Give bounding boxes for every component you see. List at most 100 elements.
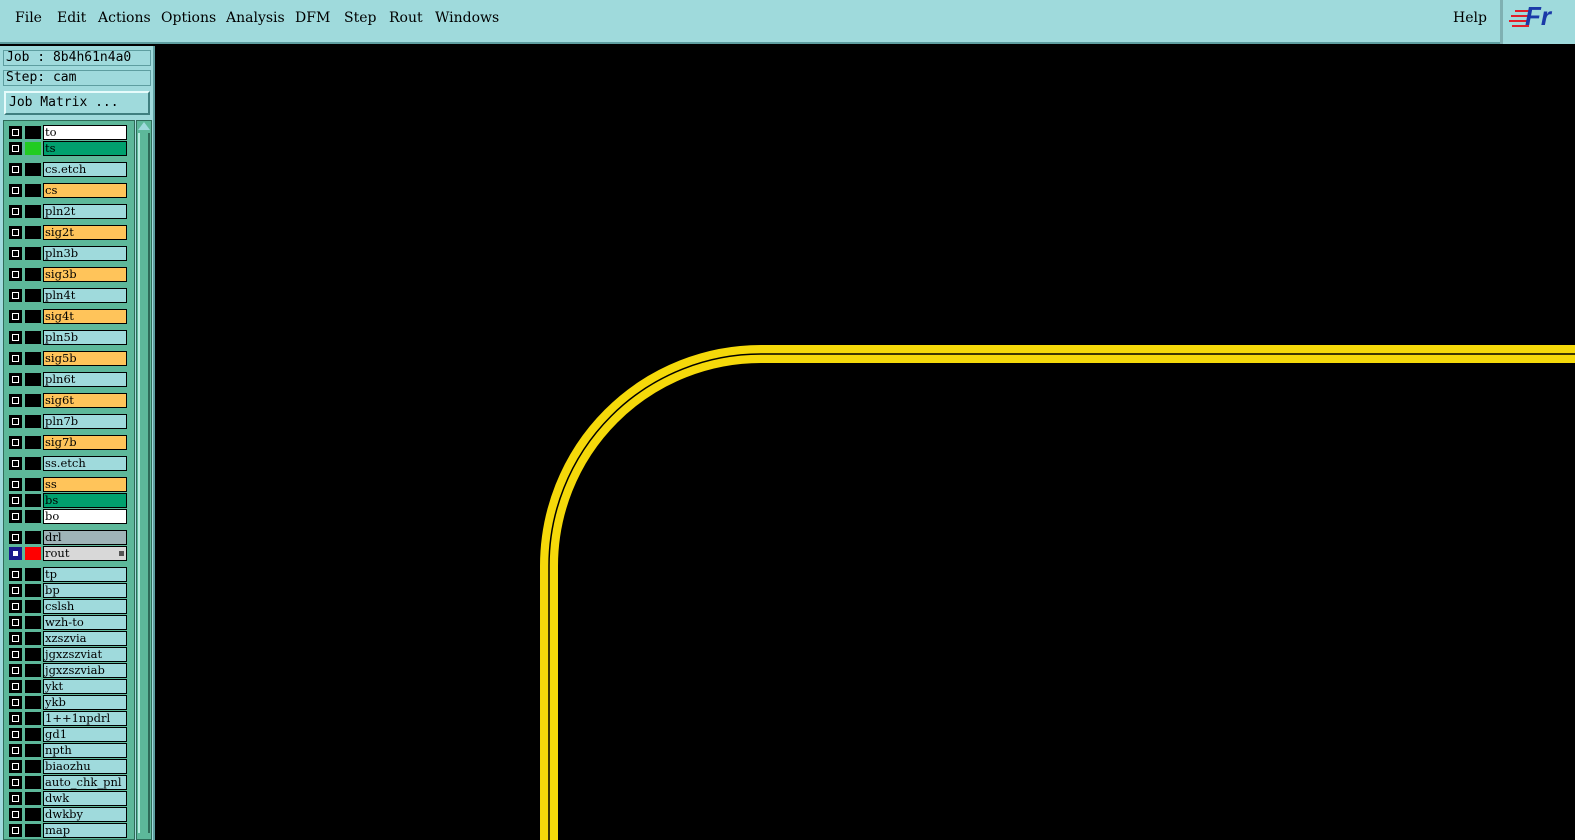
layer-name[interactable]: bs	[43, 493, 127, 508]
layer-name[interactable]: sig4t	[43, 309, 127, 324]
layer-name[interactable]: ts	[43, 141, 127, 156]
layer-checkbox-icon[interactable]	[9, 226, 22, 239]
layer-color-swatch[interactable]	[25, 247, 41, 260]
layer-row[interactable]: cs	[8, 183, 128, 198]
layer-name[interactable]: pln2t	[43, 204, 127, 219]
layer-checkbox-icon[interactable]	[9, 394, 22, 407]
layer-name[interactable]: sig6t	[43, 393, 127, 408]
layer-name[interactable]: sig2t	[43, 225, 127, 240]
layer-checkbox-icon[interactable]	[9, 808, 22, 821]
layer-name[interactable]: auto_chk_pnl	[43, 775, 127, 790]
layer-color-swatch[interactable]	[25, 696, 41, 709]
layer-checkbox-icon[interactable]	[9, 584, 22, 597]
layer-name[interactable]: sig5b	[43, 351, 127, 366]
layer-checkbox-icon[interactable]	[9, 457, 22, 470]
layer-checkbox-icon[interactable]	[9, 664, 22, 677]
layer-color-swatch[interactable]	[25, 712, 41, 725]
layer-checkbox-icon[interactable]	[9, 744, 22, 757]
layer-checkbox-icon[interactable]	[9, 268, 22, 281]
menu-options[interactable]: Options	[161, 10, 216, 26]
layer-color-swatch[interactable]	[25, 531, 41, 544]
layer-row[interactable]: npth	[8, 743, 128, 758]
menu-file[interactable]: File	[15, 10, 42, 26]
layer-checkbox-icon[interactable]	[9, 289, 22, 302]
layer-row[interactable]: to	[8, 125, 128, 140]
layer-checkbox-icon[interactable]	[9, 163, 22, 176]
menu-step[interactable]: Step	[344, 10, 376, 26]
layer-checkbox-icon[interactable]	[9, 352, 22, 365]
layer-row[interactable]: dwkby	[8, 807, 128, 822]
layer-name[interactable]: map	[43, 823, 127, 838]
layer-name[interactable]: rout	[43, 546, 127, 561]
layer-row[interactable]: rout	[8, 546, 128, 561]
layer-name[interactable]: bo	[43, 509, 127, 524]
layer-row[interactable]: cslsh	[8, 599, 128, 614]
layer-row[interactable]: sig5b	[8, 351, 128, 366]
layer-row[interactable]: pln7b	[8, 414, 128, 429]
layer-color-swatch[interactable]	[25, 415, 41, 428]
layer-name[interactable]: jgxzszviab	[43, 663, 127, 678]
layer-color-swatch[interactable]	[25, 680, 41, 693]
layer-checkbox-icon[interactable]	[9, 126, 22, 139]
layer-row[interactable]: ykb	[8, 695, 128, 710]
layer-checkbox-icon[interactable]	[9, 415, 22, 428]
menu-dfm[interactable]: DFM	[295, 10, 330, 26]
layer-name[interactable]: pln7b	[43, 414, 127, 429]
layer-name[interactable]: jgxzszviat	[43, 647, 127, 662]
layer-color-swatch[interactable]	[25, 436, 41, 449]
layer-checkbox-icon[interactable]	[9, 510, 22, 523]
layer-color-swatch[interactable]	[25, 792, 41, 805]
layer-color-swatch[interactable]	[25, 584, 41, 597]
layer-row[interactable]: pln2t	[8, 204, 128, 219]
menu-analysis[interactable]: Analysis	[226, 10, 285, 26]
layer-checkbox-icon[interactable]	[9, 547, 22, 560]
layer-checkbox-icon[interactable]	[9, 696, 22, 709]
layer-color-swatch[interactable]	[25, 331, 41, 344]
layer-checkbox-icon[interactable]	[9, 478, 22, 491]
menu-actions[interactable]: Actions	[98, 10, 151, 26]
layer-name[interactable]: to	[43, 125, 127, 140]
layer-checkbox-icon[interactable]	[9, 616, 22, 629]
layer-row[interactable]: ss.etch	[8, 456, 128, 471]
layer-name[interactable]: sig7b	[43, 435, 127, 450]
layer-row[interactable]: dwk	[8, 791, 128, 806]
layer-row[interactable]: xzszvia	[8, 631, 128, 646]
layer-color-swatch[interactable]	[25, 568, 41, 581]
layer-color-swatch[interactable]	[25, 205, 41, 218]
layer-name[interactable]: sig3b	[43, 267, 127, 282]
layer-name[interactable]: pln6t	[43, 372, 127, 387]
layer-row[interactable]: pln6t	[8, 372, 128, 387]
layer-row[interactable]: map	[8, 823, 128, 838]
layer-color-swatch[interactable]	[25, 616, 41, 629]
layer-color-swatch[interactable]	[25, 824, 41, 837]
layer-color-swatch[interactable]	[25, 352, 41, 365]
layer-row[interactable]: pln3b	[8, 246, 128, 261]
layer-color-swatch[interactable]	[25, 744, 41, 757]
layer-color-swatch[interactable]	[25, 600, 41, 613]
layer-row[interactable]: ykt	[8, 679, 128, 694]
layer-row[interactable]: 1++1npdrl	[8, 711, 128, 726]
menu-help[interactable]: Help	[1453, 10, 1487, 26]
layer-row[interactable]: pln5b	[8, 330, 128, 345]
layer-name[interactable]: wzh-to	[43, 615, 127, 630]
menu-edit[interactable]: Edit	[57, 10, 86, 26]
layer-checkbox-icon[interactable]	[9, 824, 22, 837]
layer-color-swatch[interactable]	[25, 142, 41, 155]
layer-row[interactable]: sig3b	[8, 267, 128, 282]
layer-checkbox-icon[interactable]	[9, 680, 22, 693]
layer-checkbox-icon[interactable]	[9, 531, 22, 544]
menu-windows[interactable]: Windows	[435, 10, 499, 26]
layer-row[interactable]: tp	[8, 567, 128, 582]
layer-checkbox-icon[interactable]	[9, 184, 22, 197]
layer-name[interactable]: 1++1npdrl	[43, 711, 127, 726]
layer-row[interactable]: pln4t	[8, 288, 128, 303]
layer-checkbox-icon[interactable]	[9, 247, 22, 260]
layer-color-swatch[interactable]	[25, 289, 41, 302]
layer-row[interactable]: sig6t	[8, 393, 128, 408]
layer-color-swatch[interactable]	[25, 728, 41, 741]
layer-color-swatch[interactable]	[25, 373, 41, 386]
layer-name[interactable]: npth	[43, 743, 127, 758]
layer-checkbox-icon[interactable]	[9, 205, 22, 218]
layer-color-swatch[interactable]	[25, 310, 41, 323]
layer-row[interactable]: sig7b	[8, 435, 128, 450]
